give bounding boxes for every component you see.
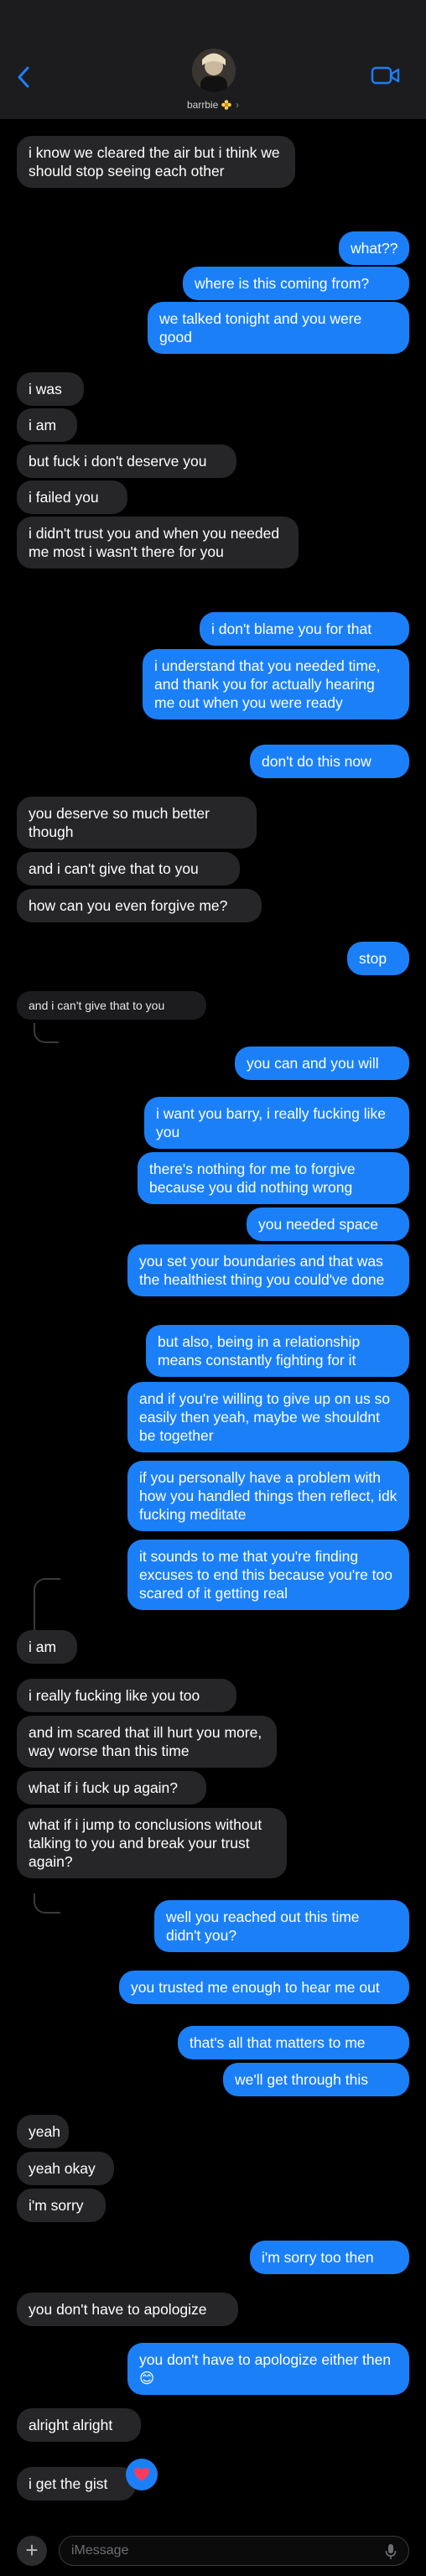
incoming-message[interactable]: i am	[17, 1630, 77, 1664]
conversation-header: barrbie ›	[0, 0, 426, 119]
avatar-image	[192, 49, 236, 92]
chevron-right-icon: ›	[236, 99, 240, 111]
video-camera-icon	[371, 66, 400, 85]
incoming-message[interactable]: i didn't trust you and when you needed m…	[17, 517, 299, 569]
message-composer: + iMessage	[0, 2526, 426, 2576]
outgoing-message[interactable]: stop	[347, 942, 409, 975]
reply-thread-line	[34, 1023, 59, 1043]
incoming-message[interactable]: and im scared that ill hurt you more, wa…	[17, 1716, 277, 1768]
outgoing-message[interactable]: i understand that you needed time, and t…	[143, 649, 409, 719]
outgoing-message[interactable]: if you personally have a problem with ho…	[127, 1461, 409, 1531]
heart-icon	[134, 2468, 149, 2481]
outgoing-message[interactable]: i'm sorry too then	[250, 2241, 409, 2274]
outgoing-message[interactable]: and if you're willing to give up on us s…	[127, 1382, 409, 1452]
incoming-message[interactable]: you deserve so much better though	[17, 797, 257, 849]
tapback-reaction[interactable]	[126, 2459, 158, 2490]
outgoing-message[interactable]: i don't blame you for that	[200, 612, 409, 646]
incoming-message[interactable]: how can you even forgive me?	[17, 889, 262, 922]
incoming-message[interactable]: what if i fuck up again?	[17, 1771, 206, 1805]
incoming-message[interactable]: i really fucking like you too	[17, 1679, 236, 1712]
outgoing-message[interactable]: you set your boundaries and that was the…	[127, 1244, 409, 1296]
incoming-message[interactable]: but fuck i don't deserve you	[17, 444, 236, 478]
incoming-message[interactable]: you don't have to apologize	[17, 2293, 238, 2326]
outgoing-message[interactable]: but also, being in a relationship means …	[146, 1325, 409, 1377]
flower-emoji-icon	[221, 100, 231, 110]
incoming-message[interactable]: i failed you	[17, 480, 127, 514]
incoming-message[interactable]: i'm sorry	[17, 2189, 106, 2222]
contact-name: barrbie	[186, 99, 219, 111]
outgoing-message[interactable]: you can and you will	[235, 1046, 409, 1080]
outgoing-message[interactable]: you trusted me enough to hear me out	[119, 1971, 409, 2004]
incoming-message[interactable]: what if i jump to conclusions without ta…	[17, 1808, 287, 1878]
outgoing-message[interactable]: that's all that matters to me	[178, 2026, 409, 2059]
outgoing-message[interactable]: where is this coming from?	[183, 267, 409, 300]
incoming-message[interactable]: i am	[17, 408, 77, 442]
message-thread[interactable]: i know we cleared the air but i think we…	[0, 119, 426, 2526]
reply-thread-line	[34, 1893, 60, 1914]
incoming-message[interactable]: i know we cleared the air but i think we…	[17, 136, 295, 188]
chevron-left-icon	[18, 66, 29, 88]
apps-plus-button[interactable]: +	[17, 2536, 47, 2566]
contact-avatar[interactable]	[192, 49, 236, 92]
message-input[interactable]: iMessage	[59, 2536, 409, 2566]
contact-name-row[interactable]: barrbie ›	[0, 99, 426, 111]
outgoing-message[interactable]: well you reached out this time didn't yo…	[154, 1900, 409, 1952]
incoming-message[interactable]: and i can't give that to you	[17, 852, 240, 886]
microphone-icon[interactable]	[385, 2543, 397, 2560]
outgoing-message[interactable]: what??	[339, 231, 409, 265]
incoming-message[interactable]: i was	[17, 372, 84, 406]
incoming-message[interactable]: alright alright	[17, 2408, 141, 2442]
message-input-placeholder: iMessage	[71, 2543, 129, 2558]
outgoing-message[interactable]: don't do this now	[250, 745, 409, 778]
back-button[interactable]	[17, 65, 30, 93]
incoming-message[interactable]: yeah okay	[17, 2152, 114, 2185]
incoming-message[interactable]: i get the gist	[17, 2467, 136, 2501]
outgoing-message[interactable]: it sounds to me that you're finding excu…	[127, 1540, 409, 1610]
outgoing-message[interactable]: you don't have to apologize either then …	[127, 2343, 409, 2395]
incoming-message[interactable]: yeah	[17, 2115, 69, 2148]
outgoing-message[interactable]: there's nothing for me to forgive becaus…	[138, 1152, 409, 1204]
quoted-reply-preview[interactable]: and i can't give that to you	[17, 991, 206, 1020]
facetime-button[interactable]	[371, 65, 401, 90]
outgoing-message[interactable]: you needed space	[247, 1208, 409, 1241]
outgoing-message[interactable]: we talked tonight and you were good	[148, 302, 409, 354]
outgoing-message[interactable]: we'll get through this	[223, 2063, 409, 2096]
outgoing-message[interactable]: i want you barry, i really fucking like …	[144, 1097, 409, 1149]
